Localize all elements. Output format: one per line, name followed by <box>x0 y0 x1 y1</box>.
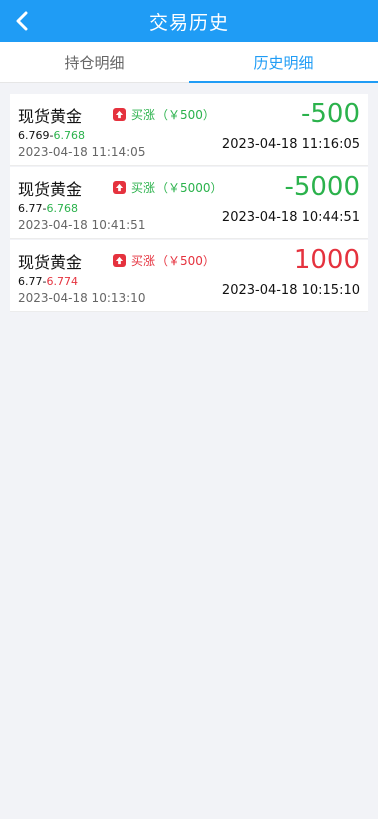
tab-bar: 持仓明细 历史明细 <box>0 42 378 83</box>
open-price: 6.77 <box>18 202 43 215</box>
close-time: 2023-04-18 11:16:05 <box>221 137 360 152</box>
open-price: 6.769 <box>18 129 50 142</box>
direction-badge: 买涨 （￥500） <box>113 106 215 123</box>
product-name: 现货黄金 <box>18 107 83 126</box>
chevron-left-icon <box>16 11 28 31</box>
trade-record[interactable]: 现货黄金 买涨 （￥5000） 6.77-6.768 2023-04-18 10… <box>10 167 368 239</box>
direction-badge: 买涨 （￥5000） <box>113 179 223 196</box>
close-price: 6.768 <box>46 202 78 215</box>
profit-loss: -500 <box>300 99 360 129</box>
arrow-up-icon <box>113 181 126 194</box>
page-title: 交易历史 <box>148 11 229 34</box>
trade-record[interactable]: 现货黄金 买涨 （￥500） 6.77-6.774 2023-04-18 10:… <box>10 240 368 312</box>
open-time: 2023-04-18 10:13:10 <box>18 291 146 305</box>
profit-loss: 1000 <box>293 245 360 275</box>
direction-label: 买涨 <box>131 108 156 122</box>
price-range: 6.77-6.774 <box>18 275 78 288</box>
product-name: 现货黄金 <box>18 253 83 272</box>
close-time: 2023-04-18 10:44:51 <box>221 210 360 225</box>
close-price: 6.768 <box>53 129 85 142</box>
trade-amount: （￥500） <box>156 254 215 268</box>
arrow-up-icon <box>113 108 126 121</box>
open-price: 6.77 <box>18 275 43 288</box>
app-header: 交易历史 <box>0 0 378 42</box>
trade-amount: （￥5000） <box>156 181 223 195</box>
tab-positions[interactable]: 持仓明细 <box>0 42 189 82</box>
direction-label: 买涨 <box>131 181 156 195</box>
open-time: 2023-04-18 10:41:51 <box>18 218 146 232</box>
arrow-up-icon <box>113 254 126 267</box>
close-price: 6.774 <box>46 275 78 288</box>
price-range: 6.77-6.768 <box>18 202 78 215</box>
trade-amount: （￥500） <box>156 108 215 122</box>
profit-loss: -5000 <box>284 172 360 202</box>
price-range: 6.769-6.768 <box>18 129 85 142</box>
trade-record[interactable]: 现货黄金 买涨 （￥500） 6.769-6.768 2023-04-18 11… <box>10 94 368 166</box>
tab-history[interactable]: 历史明细 <box>189 42 378 83</box>
product-name: 现货黄金 <box>18 180 83 199</box>
open-time: 2023-04-18 11:14:05 <box>18 145 146 159</box>
direction-badge: 买涨 （￥500） <box>113 252 215 269</box>
close-time: 2023-04-18 10:15:10 <box>221 283 360 298</box>
back-button[interactable] <box>10 9 34 33</box>
direction-label: 买涨 <box>131 254 156 268</box>
trade-history-list: 现货黄金 买涨 （￥500） 6.769-6.768 2023-04-18 11… <box>0 83 378 312</box>
